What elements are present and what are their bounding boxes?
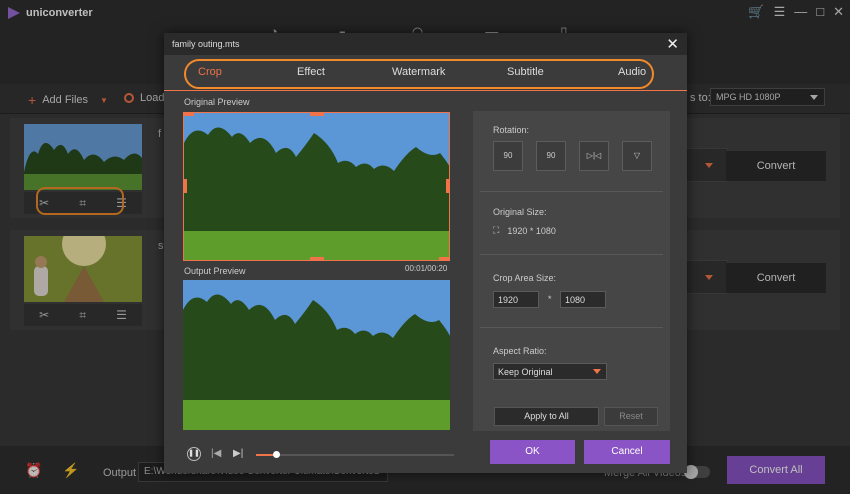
output-preview-label: Output Preview — [184, 266, 246, 276]
crop-area-label: Crop Area Size: — [493, 273, 557, 283]
apply-to-all-button[interactable]: Apply to All — [494, 407, 599, 426]
rotate-left-button[interactable]: 90 — [493, 141, 523, 171]
progress-knob[interactable] — [272, 451, 280, 458]
crop-settings-panel: Rotation: 90 90 ▷|◁ ▽ Original Size: ⛶ 1… — [473, 111, 670, 431]
crop-center-crosshair: + — [329, 258, 340, 260]
original-size-label: Original Size: — [493, 207, 547, 217]
tab-bar: Crop Effect Watermark Subtitle Audio — [164, 55, 687, 91]
original-preview-label: Original Preview — [184, 97, 250, 107]
next-icon[interactable]: ▶| — [233, 448, 243, 459]
aspect-ratio-label: Aspect Ratio: — [493, 346, 547, 356]
reset-button[interactable]: Reset — [604, 407, 658, 426]
flip-horizontal-button[interactable]: ▷|◁ — [579, 141, 609, 171]
crop-handle-bottom-right[interactable] — [439, 257, 449, 260]
tab-effect[interactable]: Effect — [297, 66, 325, 78]
progress-slider[interactable] — [256, 451, 454, 458]
tab-watermark[interactable]: Watermark — [392, 66, 445, 78]
flip-vertical-button[interactable]: ▽ — [622, 141, 652, 171]
times-symbol: * — [548, 294, 552, 304]
original-preview[interactable]: + — [183, 112, 450, 261]
ok-button[interactable]: OK — [490, 440, 575, 464]
tab-audio[interactable]: Audio — [618, 66, 646, 78]
divider — [480, 254, 663, 255]
edit-dialog: family outing.mts ✕ Crop Effect Watermar… — [164, 33, 687, 473]
pause-icon[interactable]: ❚❚ — [187, 447, 201, 461]
rotation-label: Rotation: — [493, 125, 530, 135]
rotate-right-button[interactable]: 90 — [536, 141, 566, 171]
original-size: ⛶ 1920 * 1080 — [493, 225, 556, 236]
cancel-button[interactable]: Cancel — [584, 440, 670, 464]
previous-icon[interactable]: |◀ — [211, 448, 221, 459]
tab-subtitle[interactable]: Subtitle — [507, 66, 544, 78]
crop-handle-top-left[interactable] — [184, 113, 194, 116]
playback-controls: ❚❚ |◀ ▶| — [183, 447, 458, 463]
dialog-title: family outing.mts — [172, 39, 240, 49]
aspect-ratio-select[interactable]: Keep Original — [493, 363, 607, 380]
crop-handle-right[interactable] — [446, 179, 449, 193]
dialog-header: family outing.mts ✕ — [164, 33, 687, 55]
crop-height-input[interactable]: 1080 — [560, 291, 606, 308]
output-preview — [183, 280, 450, 430]
crop-handle-left[interactable] — [184, 179, 187, 193]
close-icon[interactable]: ✕ — [666, 35, 679, 53]
original-size-value: 1920 * 1080 — [507, 225, 556, 236]
crop-handle-top[interactable] — [310, 113, 324, 116]
divider — [480, 191, 663, 192]
crop-width-input[interactable]: 1920 — [493, 291, 539, 308]
chevron-down-icon — [593, 369, 601, 374]
divider — [480, 327, 663, 328]
timecode: 00:01/00:20 — [405, 264, 448, 273]
expand-icon: ⛶ — [493, 225, 500, 235]
tab-crop[interactable]: Crop — [198, 66, 222, 78]
crop-handle-bottom[interactable] — [310, 257, 324, 260]
aspect-ratio-value: Keep Original — [498, 367, 553, 377]
app-window: uniconverter ◔ ▖ ◠ ▬ ▯ 🛒 ☰ — □ ✕ + Add F… — [0, 0, 850, 494]
